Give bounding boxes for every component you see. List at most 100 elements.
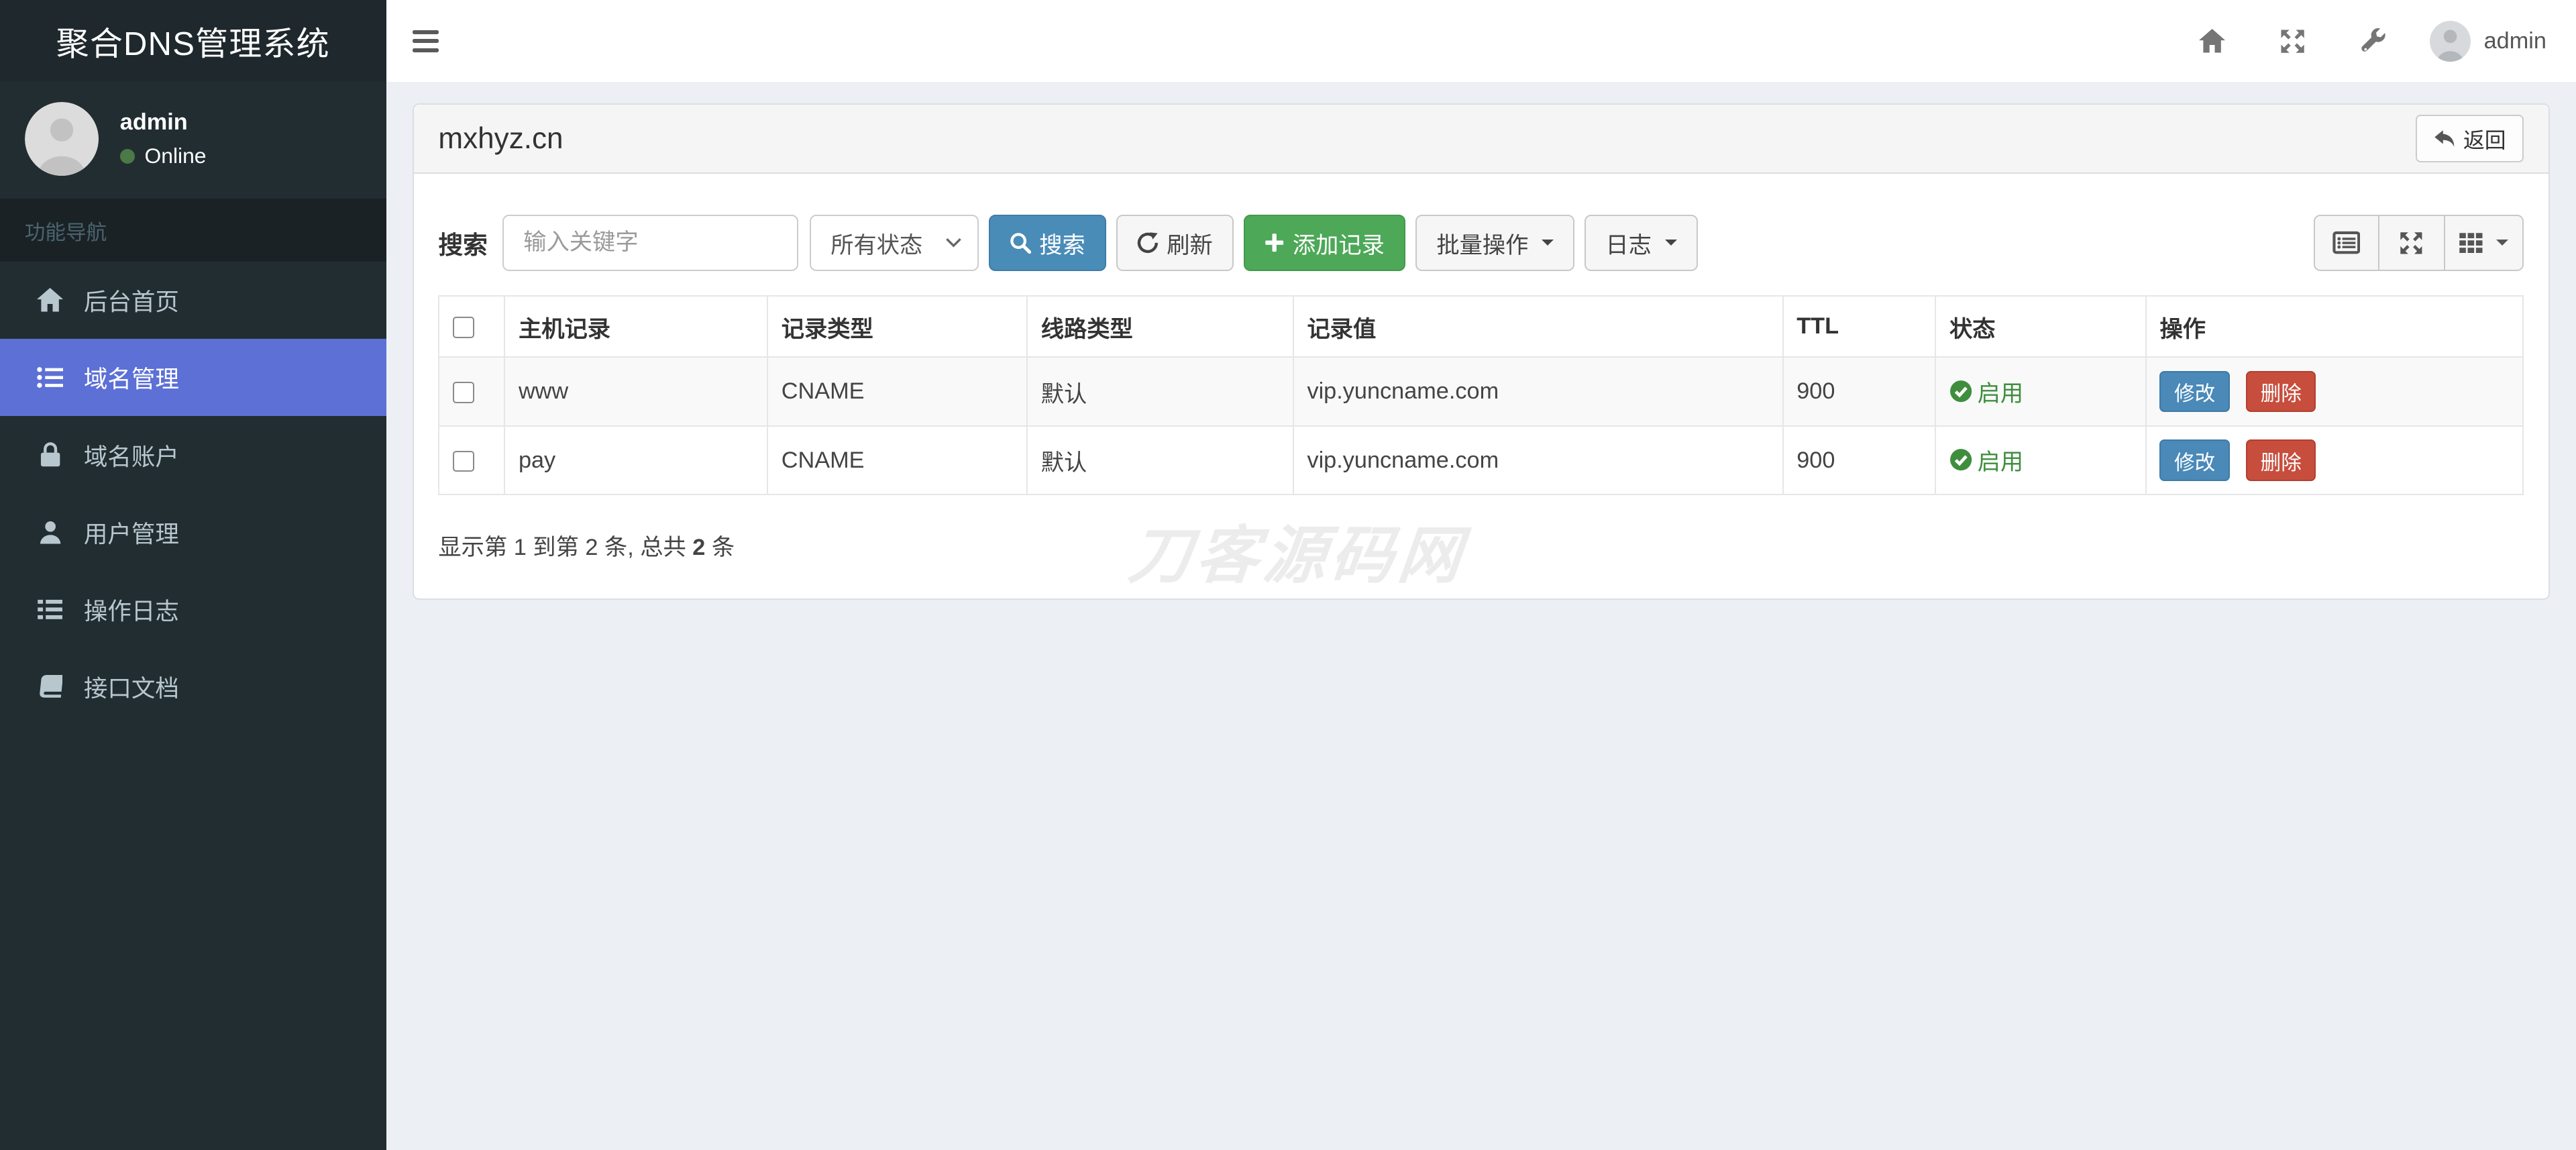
refresh-icon [1137,232,1159,254]
user-menu[interactable]: admin [2413,0,2576,82]
plus-icon [1265,233,1284,252]
column-header-host: 主机记录 [504,295,769,358]
sidebar-item-label: 接口文档 [83,674,179,702]
dns-records-table: 主机记录 记录类型 线路类型 记录值 TTL 状态 操作 www CNAME 默… [438,295,2524,496]
batch-actions-label: 批量操作 [1436,232,1529,258]
edit-button[interactable]: 修改 [2159,371,2230,413]
user-avatar [24,101,99,176]
page-title: mxhyz.cn [438,121,564,155]
caret-down-icon [1664,240,1677,246]
log-list-icon [36,597,64,622]
column-header-ttl: TTL [1782,295,1937,358]
reply-icon [2434,129,2455,148]
cell-host: pay [504,425,769,496]
batch-actions-dropdown[interactable]: 批量操作 [1415,215,1575,271]
row-checkbox[interactable] [452,450,474,472]
select-all-checkbox[interactable] [452,317,474,339]
user-icon [36,520,64,545]
expand-arrows-icon [2399,231,2424,256]
wrench-icon [2360,28,2386,54]
search-button[interactable]: 搜索 [988,215,1107,271]
search-icon [1010,232,1031,254]
fullscreen-button[interactable] [2252,0,2332,82]
sidebar-item-label: 域名管理 [83,366,179,393]
back-button-label: 返回 [2463,127,2506,152]
table-view-controls [2313,215,2524,271]
delete-button[interactable]: 删除 [2246,371,2316,413]
delete-button[interactable]: 删除 [2246,439,2316,481]
navbar-right: admin [2171,0,2576,82]
fullscreen-table-button[interactable] [2379,215,2445,271]
cell-type: CNAME [767,356,1028,427]
check-circle-icon [1949,448,1972,471]
status-filter-select[interactable]: 所有状态 [809,215,979,271]
sidebar-item-api-docs[interactable]: 接口文档 [0,648,386,725]
caret-down-icon [2496,240,2509,246]
sidebar-section-header: 功能导航 [0,199,386,262]
top-navbar: admin [386,0,2576,83]
sidebar-item-dashboard[interactable]: 后台首页 [0,262,386,339]
sidebar-toggle-button[interactable] [386,0,466,82]
status-badge: 启用 [1949,443,2023,476]
log-dropdown-label: 日志 [1605,232,1652,258]
cell-value: vip.yuncname.com [1292,425,1784,496]
cell-ttl: 900 [1782,425,1937,496]
column-header-actions: 操作 [2145,295,2524,358]
sidebar-item-users[interactable]: 用户管理 [0,494,386,571]
list-icon [36,364,64,390]
row-checkbox[interactable] [452,382,474,403]
sidebar-nav: 后台首页 域名管理 域名账户 用户管理 操作日志 接口文档 [0,262,386,725]
cell-type: CNAME [767,425,1028,496]
dns-admin-app: 聚合DNS管理系统 admin Online 功能导航 后台首页 域名管理 域名… [0,0,2576,1150]
list-alt-icon [2332,229,2361,256]
table-header-row: 主机记录 记录类型 线路类型 记录值 TTL 状态 操作 [438,295,2524,358]
refresh-button-label: 刷新 [1167,232,1213,258]
lock-icon [36,441,64,468]
status-label: 启用 [1977,381,2024,407]
user-status-label: Online [144,144,207,168]
book-icon [36,674,64,700]
search-input[interactable] [502,215,798,271]
card-view-button[interactable] [2313,215,2379,271]
sidebar-item-label: 后台首页 [83,289,179,316]
cell-value: vip.yuncname.com [1292,356,1784,427]
sidebar-item-logs[interactable]: 操作日志 [0,571,386,648]
add-record-label: 添加记录 [1292,232,1385,258]
sidebar-item-accounts[interactable]: 域名账户 [0,416,386,493]
columns-dropdown-button[interactable] [2445,215,2524,271]
sidebar-item-label: 操作日志 [83,597,179,625]
online-status-icon [119,148,135,164]
content-area: mxhyz.cn 返回 搜索 所有状态 [386,82,2576,1150]
avatar [2429,20,2471,62]
summary-total: 2 [692,535,706,561]
sidebar-item-domains[interactable]: 域名管理 [0,339,386,417]
back-button[interactable]: 返回 [2416,115,2524,163]
search-button-label: 搜索 [1039,232,1085,258]
hamburger-icon [412,30,439,34]
cell-line: 默认 [1026,425,1294,496]
home-icon [2198,28,2225,54]
log-dropdown[interactable]: 日志 [1585,215,1698,271]
add-record-button[interactable]: 添加记录 [1243,215,1406,271]
summary-text: 显示第 1 到第 2 条, 总共 [438,535,693,561]
app-logo[interactable]: 聚合DNS管理系统 [0,0,386,83]
expand-arrows-icon [2279,28,2306,54]
caret-down-icon [1541,240,1554,246]
pagination-summary: 显示第 1 到第 2 条, 总共 2 条 [438,528,2524,562]
home-icon [36,288,64,313]
refresh-button[interactable]: 刷新 [1116,215,1234,271]
user-status-link[interactable]: Online [119,144,207,168]
navbar-username: admin [2483,28,2546,54]
panel-body: 搜索 所有状态 搜索 [414,215,2548,586]
settings-button[interactable] [2332,0,2413,82]
home-button[interactable] [2171,0,2252,82]
column-header-status: 状态 [1935,295,2147,358]
cell-host: www [504,356,769,427]
user-name: admin [119,109,188,135]
summary-text: 条 [705,535,735,561]
status-filter-value: 所有状态 [830,232,923,258]
edit-button[interactable]: 修改 [2159,439,2230,481]
search-label: 搜索 [438,231,488,259]
column-header-value: 记录值 [1292,295,1784,358]
sidebar-item-label: 用户管理 [83,520,179,547]
